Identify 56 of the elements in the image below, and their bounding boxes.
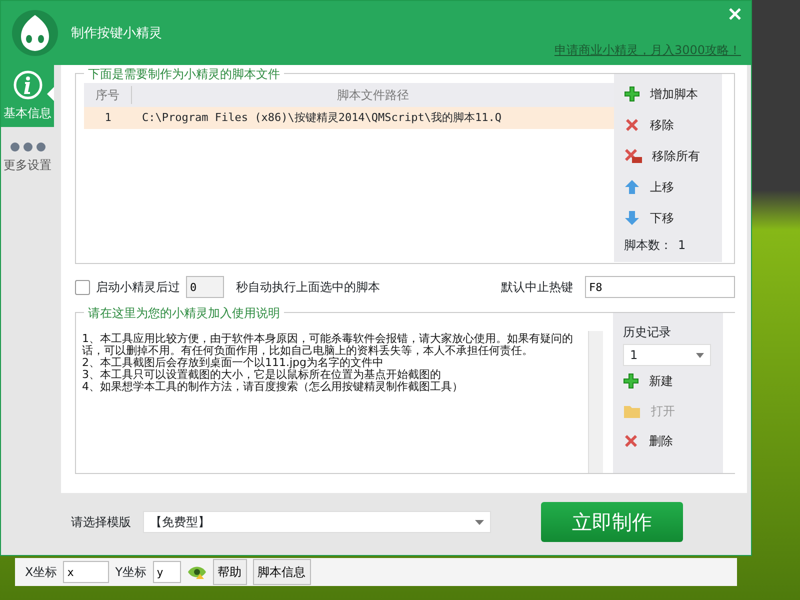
- sidebar-item[interactable]: 更多设置: [1, 127, 54, 189]
- eye-icon[interactable]: [186, 564, 207, 580]
- checkbox-label: 启动小精灵后过: [96, 279, 180, 296]
- autorun-label: 秒自动执行上面选中的脚本: [236, 279, 380, 296]
- coordinate-label: Y坐标: [115, 564, 147, 581]
- plus-icon: [623, 373, 639, 389]
- instruction-line: 4、如果想学本工具的制作方法，请百度搜索（怎么用按键精灵制作截图工具）: [82, 381, 464, 393]
- make-button[interactable]: 立即制作: [541, 502, 683, 542]
- action-button[interactable]: 新建: [623, 366, 723, 396]
- history-dropdown[interactable]: 1: [623, 344, 711, 366]
- table-row[interactable]: 1 C:\Program Files (x86)\按键精灵2014\QMScript\我的脚本11.Q: [84, 107, 614, 129]
- hotkey-label: 默认中止热键: [501, 279, 573, 296]
- history-label: 历史记录: [623, 324, 672, 341]
- dropdown-value: 【免费型】: [150, 514, 210, 531]
- seconds-field[interactable]: 0: [186, 276, 224, 298]
- action-button[interactable]: 移除所有: [624, 140, 722, 171]
- close-icon: [624, 116, 640, 132]
- instruction-line: 2、本工具截图后会存放到桌面一个以111.jpg为名字的文件中: [82, 357, 384, 369]
- down-arrow-icon: [624, 210, 640, 226]
- toolbar-button[interactable]: 脚本信息: [252, 559, 311, 585]
- count-value: 1: [678, 237, 686, 254]
- template-label: 请选择模版: [71, 514, 131, 531]
- toolbar-button[interactable]: 帮助: [212, 559, 247, 585]
- dropdown-value: 1: [630, 347, 638, 364]
- coordinate-label: X坐标: [25, 564, 58, 581]
- table-cell-text: C:\Program Files (x86)\按键精灵2014\QMScript\我的脚本11.Q: [141, 110, 502, 126]
- delete-all-icon: [624, 148, 642, 164]
- column-header: 序号: [84, 86, 132, 104]
- instruction-line: 1、本工具应用比较方便，由于软件本身原因，可能杀毒软件会报错，请大家放心使用。如果有疑问的话，可以删掉不用。有任何负面作用，比如自己电脑上的资料丢失等，本人不承担任何责任。: [82, 333, 574, 357]
- section-legend: 请在这里为您的小精灵加入使用说明: [84, 304, 284, 322]
- caret-icon: [475, 520, 484, 524]
- close-icon: [623, 433, 639, 449]
- up-arrow-icon: [624, 178, 640, 194]
- y-coordinate-field[interactable]: y: [152, 561, 181, 583]
- action-button[interactable]: 移除: [624, 109, 722, 140]
- plus-icon: [624, 86, 640, 102]
- checkbox[interactable]: [75, 280, 90, 294]
- action-button[interactable]: 删除: [623, 426, 723, 456]
- hotkey-field[interactable]: F8: [585, 276, 735, 298]
- x-coordinate-field[interactable]: x: [63, 561, 110, 583]
- folder-icon: [623, 403, 641, 419]
- action-button[interactable]: 增加脚本: [624, 78, 722, 109]
- close-icon: [729, 8, 741, 20]
- instruction-line: 3、本工具只可以设置截图的大小，它是以鼠标所在位置为基点开始截图的: [82, 369, 442, 381]
- count-label: 脚本数：: [624, 237, 672, 254]
- logo-icon: [11, 9, 59, 57]
- info-icon: [12, 70, 42, 100]
- window-title: 制作按键小精灵: [71, 25, 162, 43]
- action-button[interactable]: 上移: [624, 171, 722, 202]
- action-button[interactable]: 下移: [624, 202, 722, 233]
- section-legend: 下面是需要制作为小精灵的脚本文件: [84, 65, 284, 83]
- template-dropdown[interactable]: 【免费型】: [143, 511, 491, 533]
- table-cell-text: 1: [104, 110, 112, 126]
- dots-icon: [10, 142, 46, 152]
- column-header: 脚本文件路径: [336, 87, 410, 104]
- caret-icon: [696, 352, 704, 358]
